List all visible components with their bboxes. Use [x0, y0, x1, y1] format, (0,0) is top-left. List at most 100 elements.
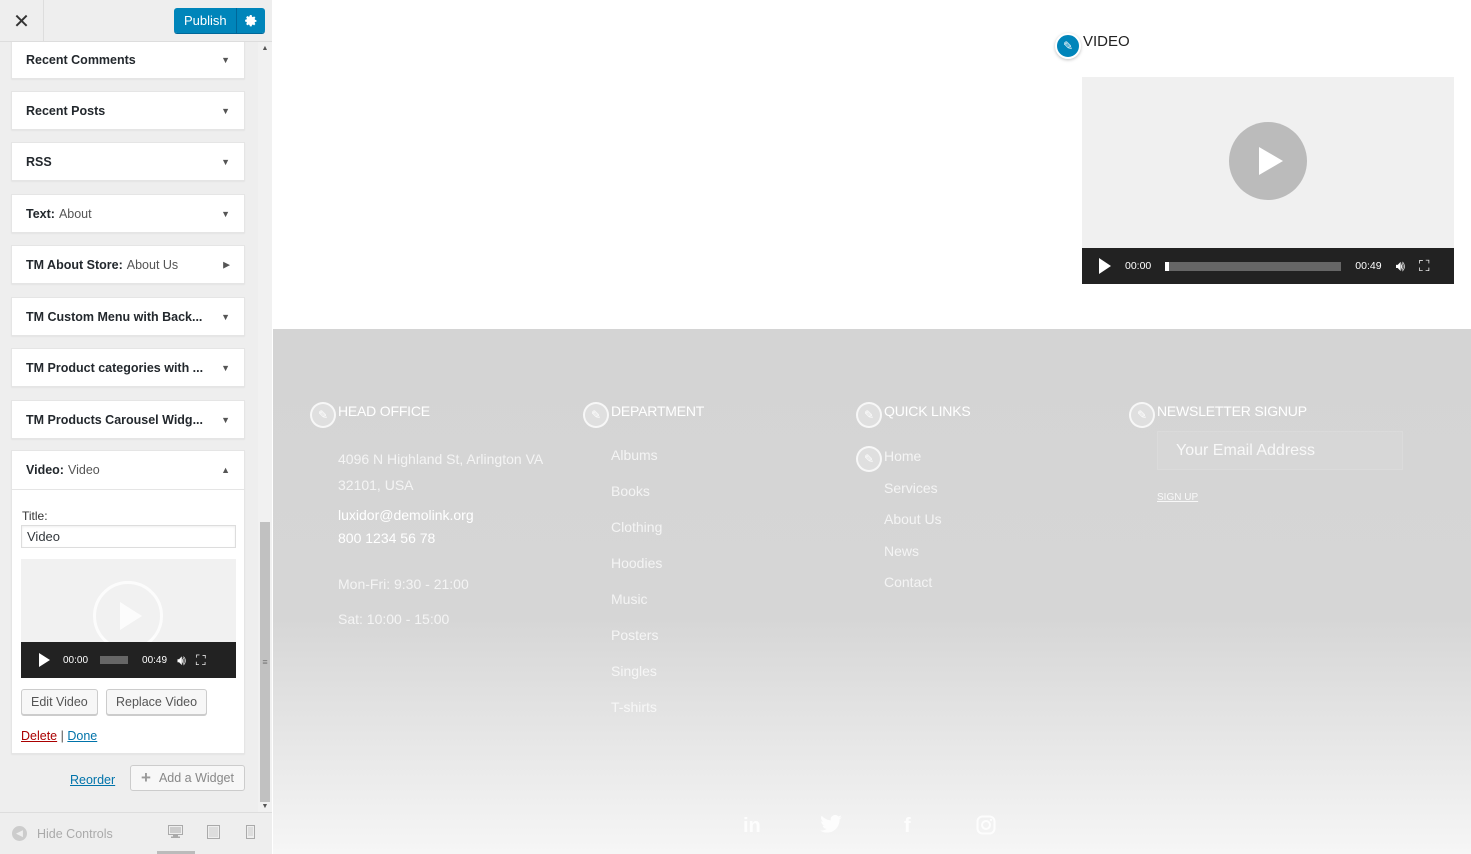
publish-settings-button[interactable] — [236, 8, 265, 33]
facebook-icon[interactable]: f — [904, 815, 911, 838]
department-link[interactable]: Albums — [611, 447, 658, 463]
quick-link[interactable]: About Us — [884, 511, 942, 527]
widget-rss[interactable]: RSS ▼ — [11, 142, 245, 181]
widget-header[interactable]: TM Products Carousel Widg... ▼ — [12, 401, 244, 438]
email-link[interactable]: luxidor@demolink.org — [338, 507, 474, 523]
publish-button[interactable]: Publish — [174, 8, 237, 33]
publish-button-group: Publish — [174, 8, 265, 33]
widget-header[interactable]: Recent Posts ▼ — [12, 92, 244, 129]
close-customizer-button[interactable]: ✕ — [0, 0, 44, 42]
tablet-preview-icon[interactable] — [207, 825, 220, 842]
scroll-thumb[interactable]: ≡ — [260, 522, 270, 802]
collapse-arrow-icon: ◀ — [12, 826, 27, 841]
edit-shortcut-menu[interactable]: ✎ — [856, 446, 882, 472]
department-link[interactable]: Singles — [611, 663, 657, 679]
department-link[interactable]: Posters — [611, 627, 658, 643]
pencil-icon: ✎ — [1136, 408, 1148, 422]
site-footer: ✎ HEAD OFFICE 4096 N Highland St, Arling… — [273, 329, 1471, 854]
desktop-preview-icon[interactable] — [168, 825, 183, 841]
quick-link[interactable]: Contact — [884, 574, 932, 590]
edit-video-button[interactable]: Edit Video — [21, 689, 98, 715]
hide-controls-button[interactable]: ◀ Hide Controls — [12, 826, 113, 841]
caret-down-icon[interactable]: ▼ — [221, 209, 230, 219]
widget-video-preview[interactable]: 00:00 00:49 🔊︎ ⛶ — [21, 559, 236, 678]
twitter-icon[interactable] — [820, 814, 842, 839]
caret-right-icon[interactable]: ▶ — [223, 259, 230, 270]
quick-link[interactable]: Services — [884, 480, 938, 496]
play-overlay-icon[interactable] — [1229, 122, 1307, 200]
play-overlay-icon[interactable] — [93, 581, 163, 651]
mobile-preview-icon[interactable] — [246, 825, 255, 842]
caret-up-icon[interactable]: ▲ — [221, 465, 230, 475]
customizer-sidebar: ✕ Publish Recent Comments ▼ Recent Posts… — [0, 0, 272, 854]
head-office-title: HEAD OFFICE — [338, 403, 430, 419]
widget-tm-custom-menu[interactable]: TM Custom Menu with Back... ▼ — [11, 297, 245, 336]
widget-tm-product-categories[interactable]: TM Product categories with ... ▼ — [11, 348, 245, 387]
volume-icon[interactable]: 🔊︎ — [177, 652, 186, 669]
widget-text-about[interactable]: Text: About ▼ — [11, 194, 245, 233]
edit-shortcut-quick-links[interactable]: ✎ — [856, 402, 882, 428]
caret-down-icon[interactable]: ▼ — [221, 106, 230, 116]
widget-header[interactable]: Recent Comments ▼ — [12, 42, 244, 78]
edit-shortcut-newsletter[interactable]: ✎ — [1129, 402, 1155, 428]
caret-down-icon[interactable]: ▼ — [221, 157, 230, 167]
sign-up-link[interactable]: SIGN UP — [1157, 492, 1198, 503]
delete-link[interactable]: Delete — [21, 729, 57, 743]
customizer-header: ✕ Publish — [0, 0, 272, 42]
widget-tm-products-carousel[interactable]: TM Products Carousel Widg... ▼ — [11, 400, 245, 439]
widget-recent-comments[interactable]: Recent Comments ▼ — [11, 42, 245, 79]
caret-down-icon[interactable]: ▼ — [221, 55, 230, 65]
widget-header[interactable]: TM Product categories with ... ▼ — [12, 349, 244, 386]
edit-shortcut-head-office[interactable]: ✎ — [310, 402, 336, 428]
done-link[interactable]: Done — [67, 729, 97, 743]
linkedin-icon[interactable]: in — [743, 815, 761, 838]
panel-scrollbar[interactable]: ▲ ≡ ▼ — [258, 42, 272, 812]
newsletter-email-input[interactable] — [1157, 431, 1403, 470]
widget-header[interactable]: TM About Store: About Us ▶ — [12, 246, 244, 283]
pencil-icon: ✎ — [863, 408, 875, 422]
hide-controls-label: Hide Controls — [37, 826, 113, 841]
instagram-icon[interactable] — [976, 815, 996, 841]
widget-title: Recent Comments — [26, 52, 136, 67]
department-link[interactable]: Music — [611, 591, 648, 607]
caret-down-icon[interactable]: ▼ — [221, 312, 230, 322]
widget-header[interactable]: TM Custom Menu with Back... ▼ — [12, 298, 244, 335]
progress-handle[interactable] — [1165, 261, 1170, 271]
caret-down-icon[interactable]: ▼ — [221, 415, 230, 425]
edit-shortcut-video[interactable]: ✎ — [1055, 33, 1081, 59]
widget-title: Video: — [26, 463, 64, 477]
widget-header[interactable]: Text: About ▼ — [12, 195, 244, 232]
fullscreen-icon[interactable]: ⛶ — [1419, 258, 1430, 275]
scroll-up-icon[interactable]: ▲ — [258, 42, 272, 54]
widget-header[interactable]: Video: Video ▲ — [12, 451, 244, 490]
volume-icon[interactable]: 🔊︎ — [1396, 258, 1405, 275]
scroll-down-icon[interactable]: ▼ — [258, 800, 272, 812]
play-icon[interactable] — [1099, 258, 1111, 274]
quick-link[interactable]: Home — [884, 448, 921, 464]
department-link[interactable]: Books — [611, 483, 650, 499]
department-link[interactable]: T-shirts — [611, 699, 657, 715]
progress-rail[interactable] — [1165, 261, 1342, 271]
fullscreen-icon[interactable]: ⛶ — [196, 652, 206, 669]
reorder-link[interactable]: Reorder — [70, 773, 115, 787]
title-field[interactable] — [21, 525, 236, 548]
department-link[interactable]: Hoodies — [611, 555, 662, 571]
site-preview: ✎ VIDEO 00:00 00:49 🔊︎ ⛶ ✎ HEAD OFFICE 4… — [273, 0, 1471, 854]
department-title: DEPARTMENT — [611, 403, 705, 419]
duration: 00:49 — [142, 654, 168, 666]
replace-video-button[interactable]: Replace Video — [106, 689, 208, 715]
progress-rail[interactable] — [100, 656, 129, 664]
edit-shortcut-department[interactable]: ✎ — [583, 402, 609, 428]
video-player[interactable]: 00:00 00:49 🔊︎ ⛶ — [1082, 77, 1454, 284]
current-time: 00:00 — [63, 654, 89, 666]
widget-header[interactable]: RSS ▼ — [12, 143, 244, 180]
caret-down-icon[interactable]: ▼ — [221, 363, 230, 373]
add-widget-label: Add a Widget — [158, 771, 234, 785]
department-link[interactable]: Clothing — [611, 519, 662, 535]
play-icon[interactable] — [39, 653, 50, 667]
quick-link[interactable]: News — [884, 543, 919, 559]
widget-recent-posts[interactable]: Recent Posts ▼ — [11, 91, 245, 130]
add-widget-button[interactable]: + Add a Widget — [130, 765, 245, 791]
widget-tm-about-store[interactable]: TM About Store: About Us ▶ — [11, 245, 245, 284]
widget-title: TM Product categories with ... — [26, 360, 204, 375]
